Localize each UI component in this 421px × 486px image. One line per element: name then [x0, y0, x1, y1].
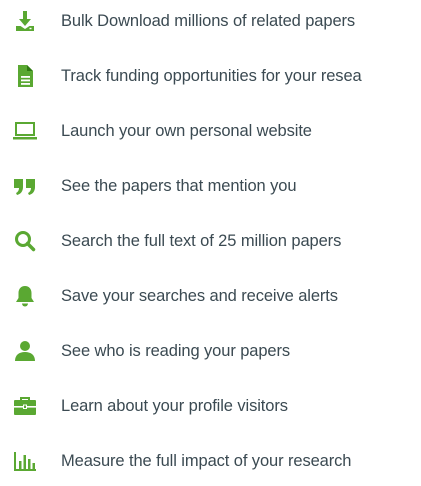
feature-row-search: Search the full text of 25 million paper…: [0, 226, 421, 256]
quote-icon: [12, 173, 38, 199]
briefcase-icon: [12, 393, 38, 419]
feature-label: Learn about your profile visitors: [61, 396, 288, 415]
document-icon: [12, 63, 38, 89]
bell-icon: [12, 283, 38, 309]
laptop-icon: [12, 118, 38, 144]
feature-label: Measure the full impact of your research: [61, 451, 352, 470]
search-icon: [12, 228, 38, 254]
feature-label: Bulk Download millions of related papers: [61, 11, 356, 30]
user-icon: [12, 338, 38, 364]
feature-row-website: Launch your own personal website: [0, 116, 421, 146]
feature-row-visitors: Learn about your profile visitors: [0, 391, 421, 421]
premium-features-list: Bulk Download millions of related papers…: [0, 0, 421, 486]
feature-label: See who is reading your papers: [61, 341, 291, 360]
feature-row-alerts: Save your searches and receive alerts: [0, 281, 421, 311]
feature-row-readers: See who is reading your papers: [0, 336, 421, 366]
feature-label: Save your searches and receive alerts: [61, 286, 338, 305]
feature-label: Track funding opportunities for your res…: [61, 66, 362, 85]
feature-row-funding: Track funding opportunities for your res…: [0, 61, 421, 91]
bar-chart-icon: [12, 448, 38, 474]
feature-label: Launch your own personal website: [61, 121, 312, 140]
download-icon: [12, 8, 38, 34]
feature-label: See the papers that mention you: [61, 176, 297, 195]
feature-label: Search the full text of 25 million paper…: [61, 231, 342, 250]
feature-row-mentions: See the papers that mention you: [0, 171, 421, 201]
feature-row-impact: Measure the full impact of your research: [0, 446, 421, 476]
feature-row-bulk-download: Bulk Download millions of related papers: [0, 6, 421, 36]
